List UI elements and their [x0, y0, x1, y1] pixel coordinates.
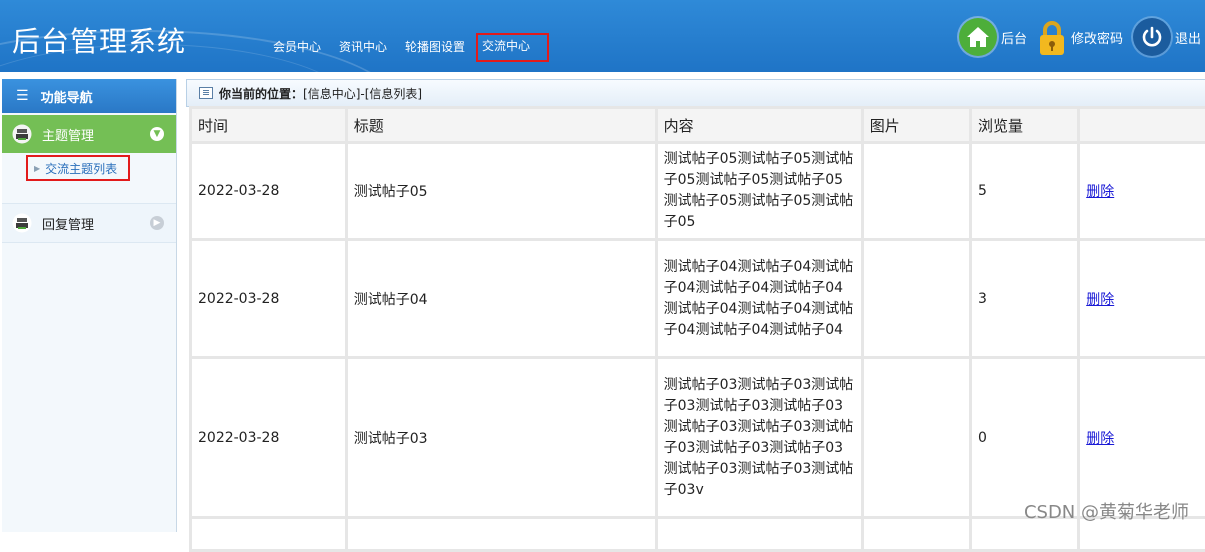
home-icon — [958, 18, 997, 56]
table-row: 2022-03-28 测试帖子03 测试帖子03测试帖子03测试帖子03测试帖子… — [192, 359, 1205, 516]
nav-forum-center[interactable]: 交流中心 — [476, 33, 550, 62]
column-header-time: 时间 — [192, 109, 345, 141]
cell-image — [863, 519, 969, 549]
nav-carousel-settings[interactable]: 轮播图设置 — [398, 36, 472, 62]
module-icon — [12, 213, 32, 233]
column-header-title: 标题 — [347, 109, 655, 141]
cell-image — [863, 359, 969, 516]
home-button[interactable]: 后台 — [958, 18, 1027, 56]
table-row: 2022-03-28 测试帖子04 测试帖子04测试帖子04测试帖子04测试帖子… — [192, 241, 1205, 356]
cell-image — [863, 241, 969, 356]
cell-views: 0 — [972, 359, 1078, 516]
delete-link[interactable]: 删除 — [1086, 292, 1114, 308]
logout-label: 退出 — [1174, 31, 1201, 47]
column-header-image: 图片 — [863, 109, 969, 141]
watermark: CSDN @黄菊华老师 — [1023, 502, 1189, 523]
app-title: 后台管理系统 — [12, 25, 187, 58]
cell-time: 2022-03-28 — [192, 241, 345, 356]
change-password-button[interactable]: 修改密码 — [1037, 18, 1123, 56]
sidebar-submenu: ▶ 交流主题列表 — [2, 153, 176, 203]
cell-content: 测试帖子03测试帖子03测试帖子03测试帖子03测试帖子03测试帖子03测试帖子… — [657, 359, 861, 516]
list-icon: ☰ — [16, 88, 29, 104]
sidebar-group-label: 回复管理 — [42, 217, 95, 233]
sidebar-item-label: 交流主题列表 — [45, 161, 118, 176]
home-label: 后台 — [1000, 31, 1027, 47]
breadcrumb: 你当前的位置： [信息中心]-[信息列表] — [186, 79, 1205, 107]
cell-image — [863, 144, 969, 238]
sidebar-heading-label: 功能导航 — [40, 90, 93, 106]
table-header-row: 时间 标题 内容 图片 浏览量 — [192, 109, 1205, 141]
logout-button[interactable]: 退出 — [1132, 18, 1201, 56]
sidebar-group-label: 主题管理 — [42, 128, 95, 144]
sidebar-heading: ☰ 功能导航 — [2, 79, 176, 113]
top-nav: 会员中心 资讯中心 轮播图设置 交流中心 — [266, 33, 553, 62]
cell-time — [192, 519, 345, 549]
cell-views: 3 — [972, 241, 1078, 356]
nav-news-center[interactable]: 资讯中心 — [332, 36, 394, 62]
data-table: 时间 标题 内容 图片 浏览量 2022-03-28 测试帖子05 测试帖子05… — [189, 106, 1205, 552]
sidebar-item-forum-topic-list[interactable]: ▶ 交流主题列表 — [26, 155, 130, 181]
header-actions: 后台 修改密码 退出 — [949, 18, 1201, 56]
cell-title: 测试帖子05 — [347, 144, 655, 238]
top-header: 后台管理系统 会员中心 资讯中心 轮播图设置 交流中心 后台 修改密码 退出 — [0, 0, 1205, 72]
module-icon — [12, 124, 32, 144]
cell-time: 2022-03-28 — [192, 144, 345, 238]
breadcrumb-label: 你当前的位置： — [219, 86, 304, 101]
lock-icon — [1037, 18, 1067, 56]
caret-right-icon: ▶ — [34, 163, 41, 173]
chevron-right-icon: ▶ — [150, 216, 164, 230]
cell-actions: 删除 — [1080, 359, 1205, 516]
cell-content — [657, 519, 861, 549]
column-header-views: 浏览量 — [972, 109, 1078, 141]
cell-views: 5 — [972, 144, 1078, 238]
chevron-down-icon: ▼ — [150, 127, 164, 141]
column-header-content: 内容 — [657, 109, 861, 141]
sidebar: ☰ 功能导航 主题管理 ▼ ▶ 交流主题列表 回复管理 ▶ — [2, 79, 177, 532]
cell-title: 测试帖子04 — [347, 241, 655, 356]
list-icon — [199, 87, 213, 99]
main-content: 你当前的位置： [信息中心]-[信息列表] 时间 标题 内容 图片 浏览量 20… — [186, 79, 1205, 552]
delete-link[interactable]: 删除 — [1086, 184, 1114, 200]
sidebar-group-reply-management[interactable]: 回复管理 ▶ — [2, 203, 176, 243]
cell-actions: 删除 — [1080, 241, 1205, 356]
cell-content: 测试帖子05测试帖子05测试帖子05测试帖子05测试帖子05测试帖子05测试帖子… — [657, 144, 861, 238]
change-password-label: 修改密码 — [1070, 31, 1123, 47]
table-row: 2022-03-28 测试帖子05 测试帖子05测试帖子05测试帖子05测试帖子… — [192, 144, 1205, 238]
cell-time: 2022-03-28 — [192, 359, 345, 516]
column-header-actions — [1080, 109, 1205, 141]
cell-content: 测试帖子04测试帖子04测试帖子04测试帖子04测试帖子04测试帖子04测试帖子… — [657, 241, 861, 356]
cell-title: 测试帖子03 — [347, 359, 655, 516]
power-icon — [1132, 18, 1171, 56]
sidebar-group-topic-management[interactable]: 主题管理 ▼ — [2, 115, 176, 153]
nav-member-center[interactable]: 会员中心 — [266, 36, 328, 62]
cell-actions: 删除 — [1080, 144, 1205, 238]
delete-link[interactable]: 删除 — [1086, 431, 1114, 447]
breadcrumb-path: [信息中心]-[信息列表] — [303, 86, 423, 101]
cell-title — [347, 519, 655, 549]
